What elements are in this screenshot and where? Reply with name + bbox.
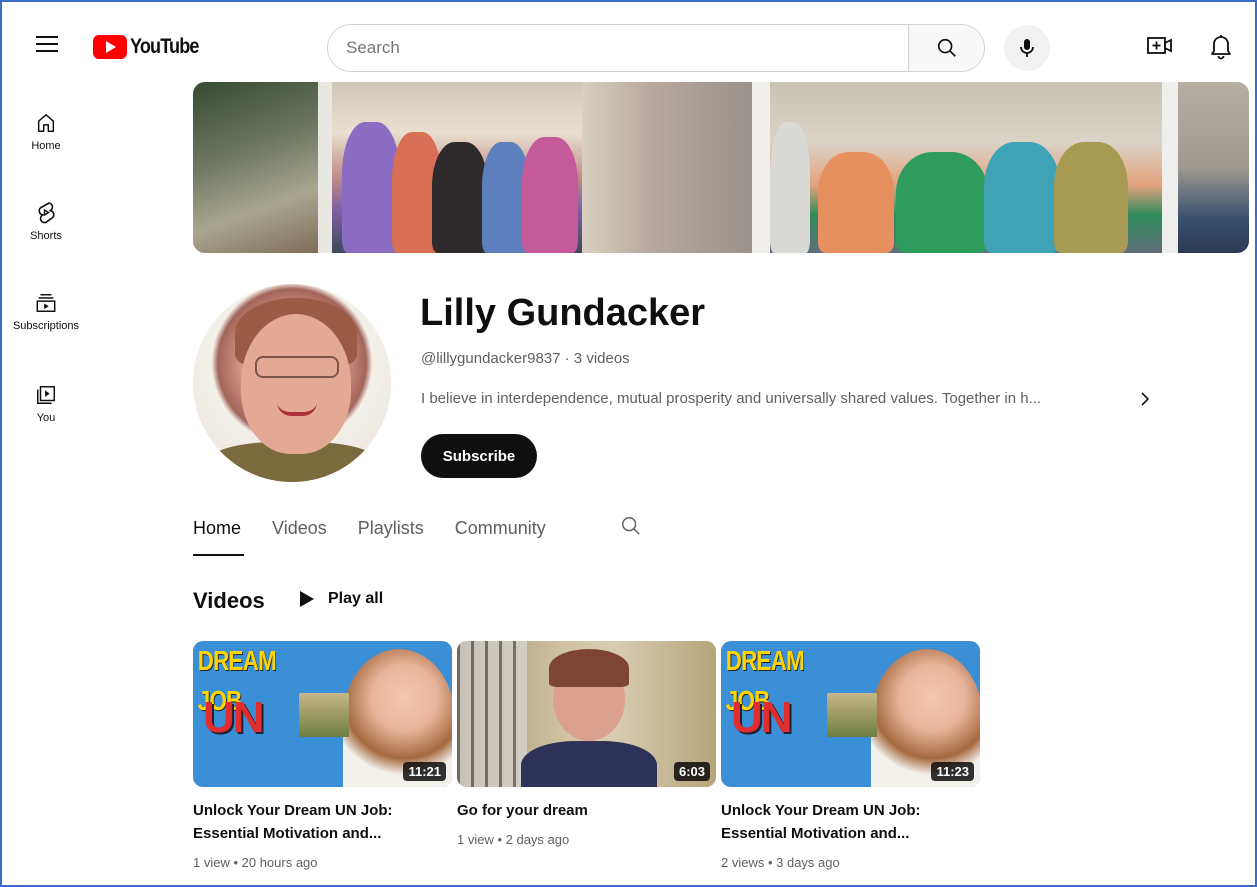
video-title-line: Unlock Your Dream UN Job: [193,802,393,819]
search-button[interactable] [908,25,984,71]
video-title-line: Essential Motivation and... [721,825,910,842]
logo-text: YouTube [130,35,199,58]
banner-divider [318,82,332,253]
video-title[interactable]: Unlock Your Dream UN Job: Essential Moti… [193,799,452,845]
banner-photo-group [332,82,582,253]
video-duration: 6:03 [673,762,710,781]
tab-videos[interactable]: Videos [272,512,327,556]
microphone-icon [1020,39,1034,57]
notifications-button[interactable] [1209,32,1233,65]
sidebar-item-you[interactable]: You [0,384,92,424]
top-bar: YouTube [0,0,1257,80]
banner-photo-speaker [1178,82,1249,253]
video-duration: 11:23 [931,762,974,781]
thumbnail-building [827,693,877,737]
search-icon [937,38,956,57]
channel-avatar[interactable] [193,284,391,482]
sidebar-item-label: Home [31,140,61,152]
video-title[interactable]: Unlock Your Dream UN Job: Essential Moti… [721,799,980,845]
thumbnail-headline: DREAM JOB [725,645,805,716]
sidebar-item-label: You [36,412,56,424]
sidebar-item-subscriptions[interactable]: Subscriptions [0,292,92,332]
channel-name: Lilly Gundacker [420,292,706,334]
video-card[interactable]: DREAM JOB UN 11:21 Unlock Your Dream UN … [193,641,452,870]
banner-divider [752,82,770,253]
you-icon [37,386,55,404]
chevron-right-icon [1141,392,1150,406]
play-all-button[interactable]: Play all [300,590,383,608]
sidebar-item-label: Shorts [30,230,62,242]
thumbnail-un-text: UN [731,693,793,742]
thumbnail-person-body [521,741,657,787]
description-expand-button[interactable] [1138,389,1152,414]
banner-photo-group-2 [770,82,1162,253]
youtube-logo[interactable]: YouTube [93,35,210,59]
video-duration: 11:21 [403,762,446,781]
search-input[interactable] [328,25,908,71]
sidebar-item-shorts[interactable]: Shorts [0,200,92,242]
banner-photo-garden [193,82,318,253]
voice-search-button[interactable] [1004,25,1050,71]
thumbnail-window [457,641,527,787]
video-title-line: Unlock Your Dream UN Job: [721,802,921,819]
tab-home[interactable]: Home [193,512,245,556]
video-thumbnail[interactable]: DREAM JOB UN 11:23 [721,641,980,787]
tab-playlists[interactable]: Playlists [358,512,424,556]
thumbnail-person-hair [549,649,629,687]
create-video-icon [1147,37,1172,54]
avatar-glasses [255,356,339,378]
menu-icon[interactable] [36,36,58,52]
subscribe-button[interactable]: Subscribe [421,434,537,478]
video-card[interactable]: DREAM JOB UN 11:23 Unlock Your Dream UN … [721,641,980,870]
video-meta: 1 view • 20 hours ago [193,855,318,870]
video-thumbnail[interactable]: 6:03 [457,641,716,787]
video-thumbnail[interactable]: DREAM JOB UN 11:21 [193,641,452,787]
thumbnail-headline: DREAM JOB [197,645,277,716]
subscriptions-icon [36,294,56,312]
create-button[interactable] [1146,34,1174,63]
search-icon [622,517,640,535]
avatar-face [241,314,351,454]
tab-community[interactable]: Community [455,512,546,556]
video-meta: 2 views • 3 days ago [721,855,840,870]
channel-banner [193,82,1249,253]
sidebar-item-home[interactable]: Home [0,112,92,152]
home-icon [37,114,55,132]
thumbnail-building [299,693,349,737]
play-icon [300,591,314,607]
thumbnail-un-text: UN [203,693,265,742]
youtube-logo-icon [93,35,127,59]
channel-description[interactable]: I believe in interdependence, mutual pro… [421,390,1041,407]
video-meta: 1 view • 2 days ago [457,832,570,847]
video-title[interactable]: Go for your dream [457,799,716,822]
banner-photo-curtain [582,82,752,253]
channel-handle: @lillygundacker9837 · 3 videos [421,350,630,367]
video-title-line: Go for your dream [457,802,588,819]
channel-tabs: Home Videos Playlists Community [193,512,577,556]
video-card[interactable]: 6:03 Go for your dream 1 view • 2 days a… [457,641,716,847]
sidebar-item-label: Subscriptions [12,320,80,332]
search-box [327,24,985,72]
video-title-line: Essential Motivation and... [193,825,382,842]
shorts-icon [38,202,55,224]
play-all-label: Play all [328,590,384,607]
section-title: Videos [193,588,265,613]
channel-search-button[interactable] [620,515,642,542]
bell-icon [1211,35,1231,60]
banner-divider [1162,82,1178,253]
